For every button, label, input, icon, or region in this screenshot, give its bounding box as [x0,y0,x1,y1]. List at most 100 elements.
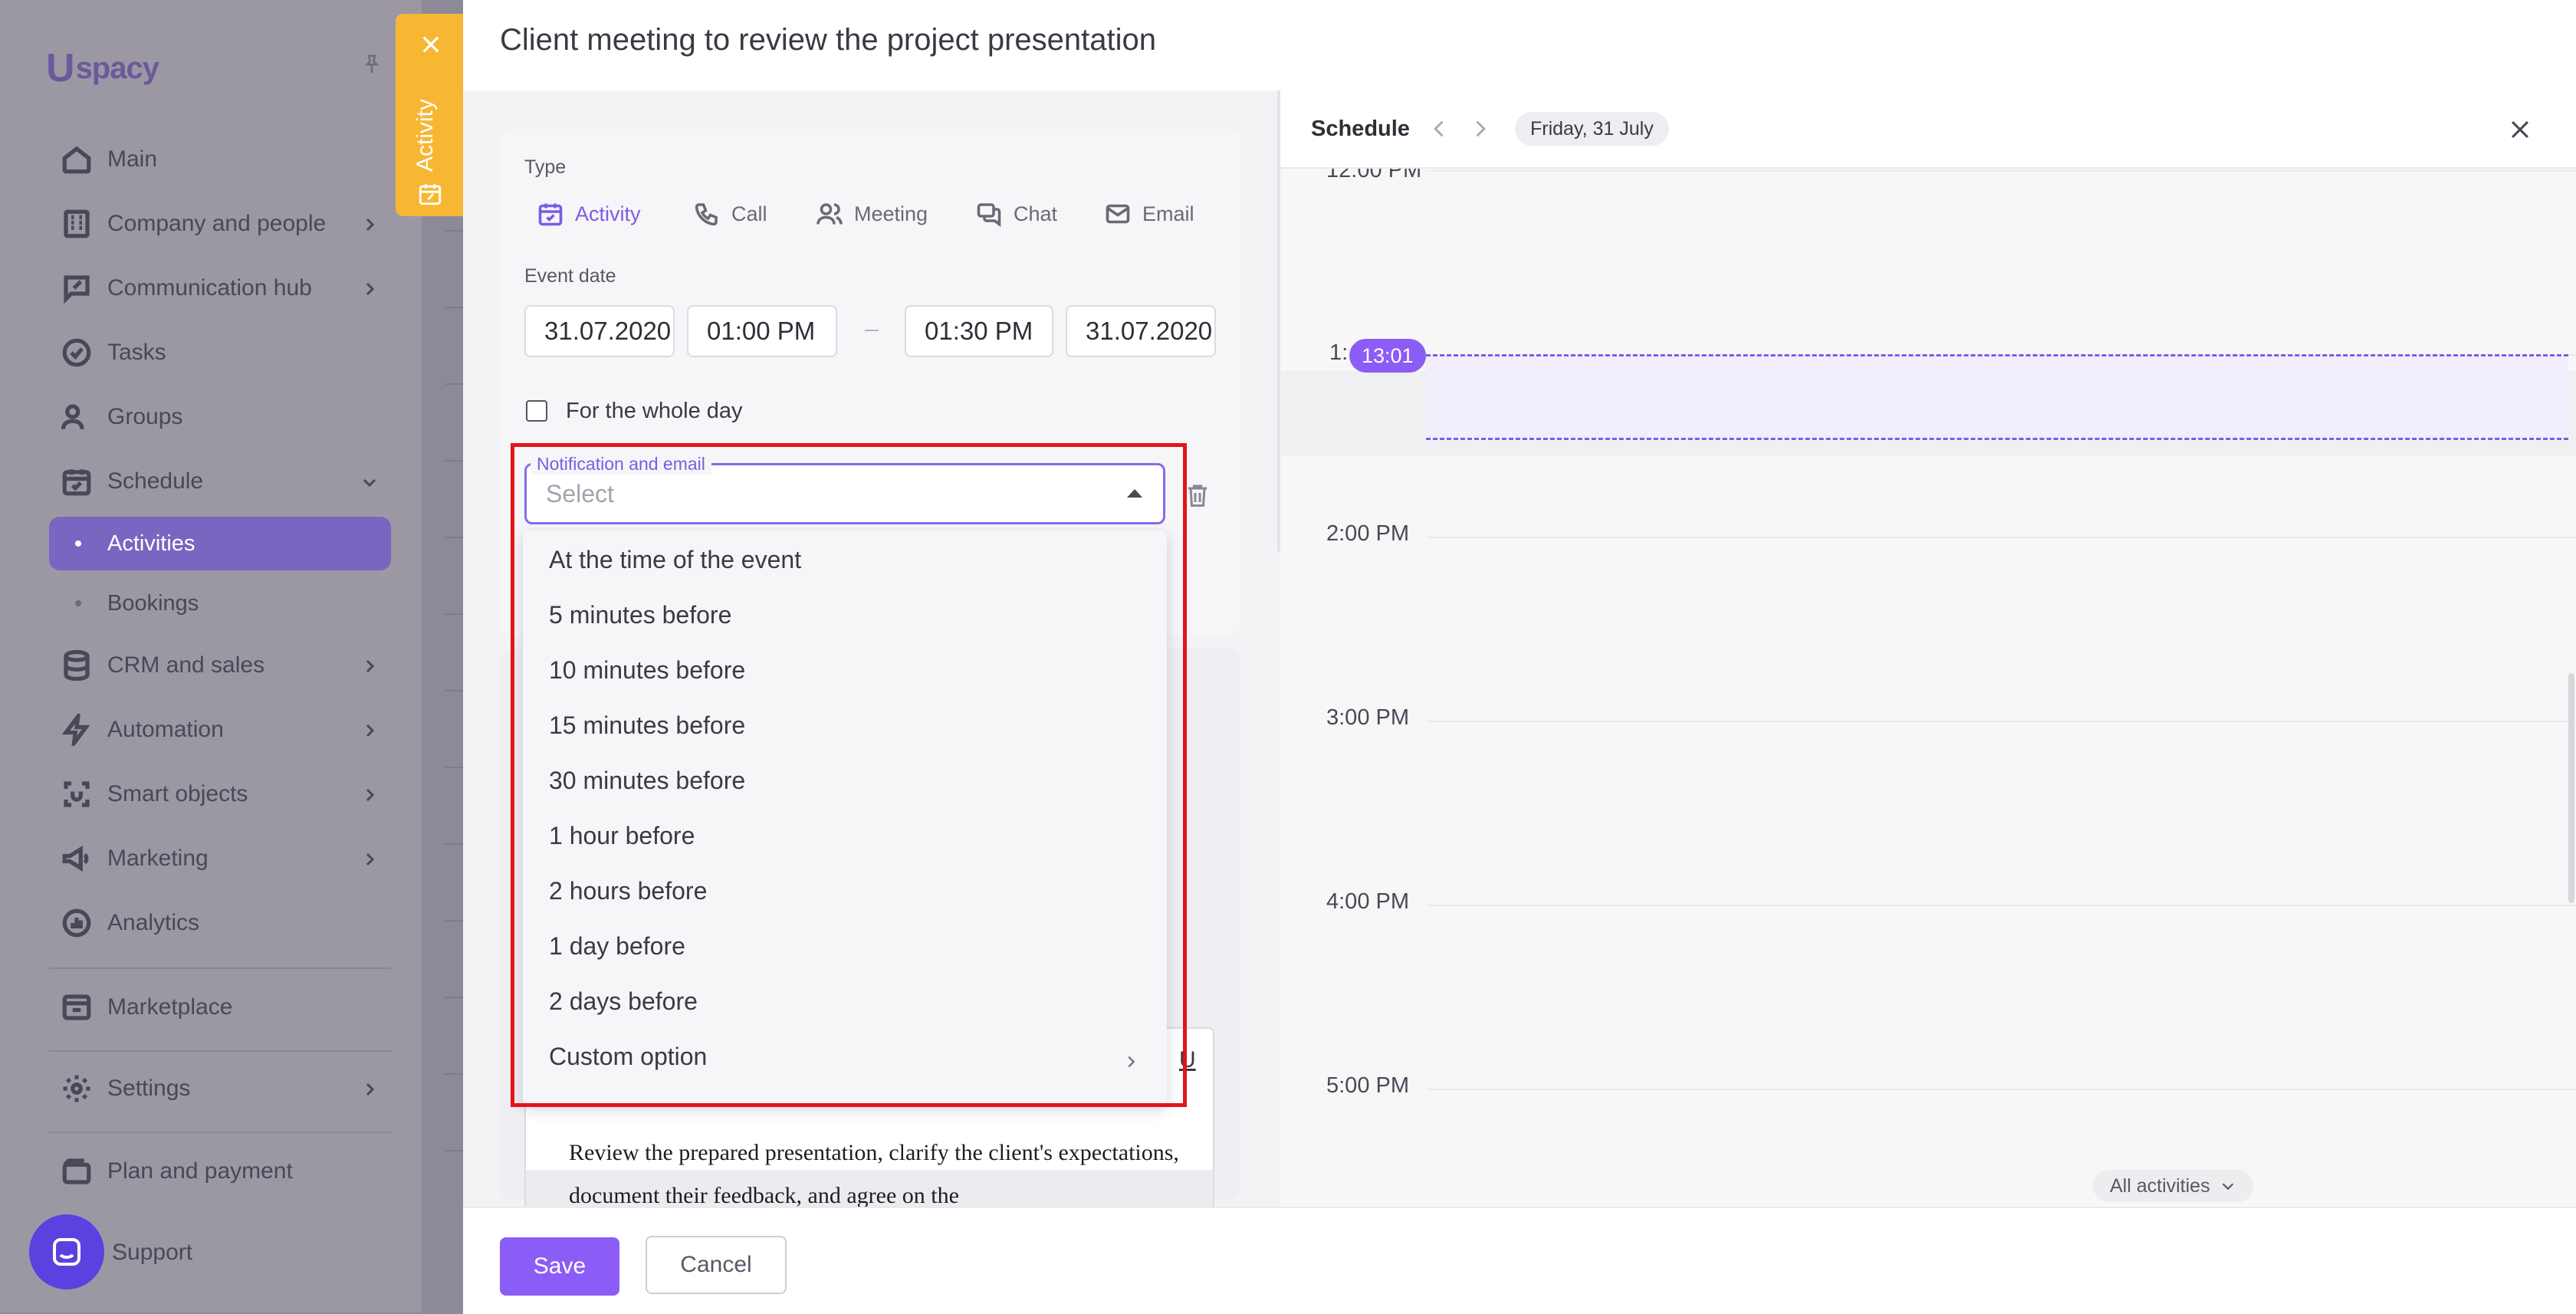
whole-day-checkbox[interactable] [526,400,547,422]
type-chat-label: Chat [1014,202,1058,225]
background-row-line [445,383,464,385]
people-icon [816,203,843,225]
sidebar-subitem-activities[interactable]: Activities [49,517,391,570]
chevron-right-icon[interactable] [360,278,380,298]
type-activity[interactable]: Activity [537,197,641,231]
schedule-scrollbar[interactable] [2568,673,2574,903]
logo-text: spacy [75,51,159,85]
all-activities-filter[interactable]: All activities [2093,1170,2253,1202]
close-icon[interactable] [2507,117,2533,143]
schedule-date-pill[interactable]: Friday, 31 July [1515,112,1669,146]
highlight-annotation-box [511,443,1187,1107]
hour-label: 3:00 PM [1326,705,1409,730]
sidebar-item-automation[interactable]: Automation [58,708,380,751]
chevron-right-icon[interactable] [360,1079,380,1099]
bullet-dot [75,600,81,606]
store-icon [58,989,95,1026]
start-time-input[interactable]: 01:00 PM [687,305,837,357]
sidebar-item-company-and-people[interactable]: Company and people [58,202,380,245]
sidebar-item-smart-objects[interactable]: Smart objects [58,773,380,816]
sidebar-item-crm-and-sales[interactable]: CRM and sales [58,644,380,687]
cancel-button[interactable]: Cancel [646,1236,787,1294]
editor-text: Review the prepared presentation, clarif… [569,1140,1179,1208]
hour-line [1426,1089,2576,1090]
sidebar-item-support[interactable]: Support [112,1231,434,1274]
sidebar-item-label: Settings [107,1076,191,1101]
database-icon [58,647,95,684]
hour-label: 1: [1329,340,1349,365]
hour-label: 12:00 PM [1326,169,1422,182]
activity-tab-label: Activity [412,98,438,172]
start-date-input[interactable]: 31.07.2020 [524,305,675,357]
activity-side-tab[interactable]: Activity [396,14,463,216]
panel-footer: Save Cancel [463,1207,2576,1314]
activity-panel: Client meeting to review the project pre… [463,0,2576,1314]
sidebar: U spacy Main Company and people Communicat… [0,0,422,1312]
hour-line [1426,170,2576,172]
sidebar-subitem-bookings[interactable]: Bookings [49,577,391,630]
sidebar-item-groups[interactable]: Groups [58,396,380,439]
chevron-right-icon[interactable] [360,720,380,740]
background-row-line [445,307,464,308]
sidebar-item-label: Groups [107,404,183,429]
chevron-right-icon[interactable] [360,784,380,804]
chevron-left-icon[interactable] [1429,118,1451,140]
end-time-input[interactable]: 01:30 PM [905,305,1053,357]
calendar-check-icon [538,203,563,226]
schedule-title: Schedule [1311,117,1410,141]
type-call[interactable]: Call [693,197,767,231]
sidebar-item-settings[interactable]: Settings [58,1067,380,1110]
trash-icon[interactable] [1184,480,1211,511]
sidebar-item-analytics[interactable]: Analytics [58,902,380,944]
pin-icon[interactable] [360,51,383,78]
event-block[interactable] [1426,354,2568,440]
logo: U spacy [46,46,159,90]
gear-icon [58,1070,95,1107]
support-chat-button[interactable] [29,1214,104,1289]
chat-edit-icon [58,270,95,307]
sidebar-item-main[interactable]: Main [58,138,380,181]
schedule-header: Schedule Friday, 31 July [1280,90,2576,169]
save-button[interactable]: Save [500,1237,619,1296]
type-call-label: Call [731,202,767,225]
sidebar-item-label: Smart objects [107,781,248,806]
type-meeting[interactable]: Meeting [816,197,928,231]
background-row-line [445,843,464,845]
sidebar-item-marketing[interactable]: Marketing [58,837,380,880]
hour-line [1426,537,2576,538]
chevron-down-icon [2222,1183,2233,1191]
chevron-down-icon[interactable] [360,471,380,491]
sidebar-item-communication-hub[interactable]: Communication hub [58,267,380,310]
chevron-right-icon[interactable] [360,849,380,869]
chart-icon [58,905,95,941]
type-activity-label: Activity [575,202,641,225]
background-row-line [445,920,464,921]
sidebar-item-schedule[interactable]: Schedule [58,460,380,503]
logo-mark: U [46,46,75,90]
current-time-badge: 13:01 [1349,339,1426,373]
background-row-line [445,997,464,998]
chevron-right-icon[interactable] [360,655,380,675]
type-email[interactable]: Email [1104,197,1194,231]
wallet-icon [58,1153,95,1190]
sidebar-item-plan-and-payment[interactable]: Plan and payment [58,1150,380,1193]
chevron-right-icon[interactable] [1469,118,1490,140]
phone-icon [695,203,718,226]
end-date-input[interactable]: 31.07.2020 [1066,305,1216,357]
sidebar-item-label: Automation [107,717,224,742]
type-chat[interactable]: Chat [975,197,1057,231]
all-activities-label: All activities [2110,1174,2210,1197]
sidebar-item-label: Tasks [107,340,166,365]
mail-icon [1106,204,1130,224]
close-icon[interactable] [419,32,443,57]
date-range-dash [865,330,879,331]
panel-header: Client meeting to review the project pre… [463,0,2576,92]
sidebar-item-tasks[interactable]: Tasks [58,331,380,374]
megaphone-icon [58,840,95,877]
sidebar-item-marketplace[interactable]: Marketplace [58,986,380,1029]
sidebar-item-label: CRM and sales [107,652,265,678]
hour-label: 4:00 PM [1326,889,1409,914]
form-column: Type Activity Call Meeting Chat Email Ev… [463,90,1279,1210]
chevron-right-icon[interactable] [360,214,380,234]
sidebar-item-label: Company and people [107,211,327,236]
